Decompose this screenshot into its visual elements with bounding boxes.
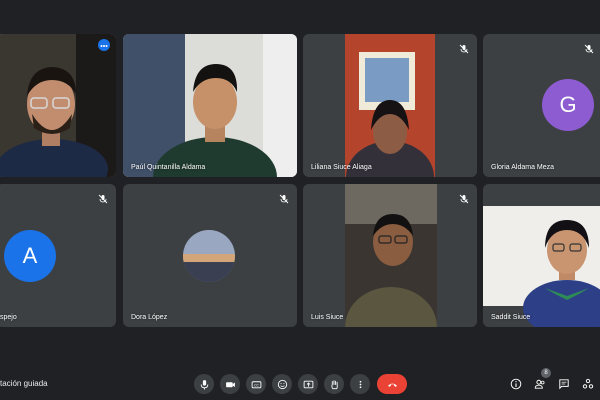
end-call-icon (387, 383, 397, 387)
participant-tile[interactable]: Luis Siuce (303, 184, 477, 327)
mic-off-icon (584, 41, 594, 54)
meeting-title: tación guiada (0, 379, 48, 388)
participant-tile-self[interactable] (0, 34, 116, 177)
avatar: G (542, 79, 594, 131)
camera-icon (225, 381, 235, 387)
participant-video (303, 34, 477, 177)
activities-button[interactable] (580, 376, 596, 392)
participant-tile[interactable]: G Gloria Aldama Meza (483, 34, 600, 177)
more-options-icon[interactable] (98, 39, 110, 51)
mic-off-icon (98, 191, 108, 204)
people-icon (534, 379, 545, 389)
mic-button[interactable] (194, 374, 214, 394)
participant-video (0, 34, 116, 177)
participant-name: Gloria Aldama Meza (491, 164, 555, 171)
more-options-button[interactable] (350, 374, 370, 394)
participant-tile[interactable]: Paúl Quintanilla Aldama (123, 34, 297, 177)
captions-icon: CC (251, 380, 261, 388)
participant-tile[interactable]: Dora López (123, 184, 297, 327)
participant-count-badge: 8 (541, 368, 551, 378)
raise-hand-icon (330, 379, 338, 389)
chat-button[interactable] (556, 376, 572, 392)
end-call-button[interactable] (377, 374, 407, 394)
mic-off-icon (279, 191, 289, 204)
mic-off-icon (459, 191, 469, 204)
chat-icon (559, 379, 569, 390)
present-button[interactable] (298, 374, 318, 394)
participant-tile[interactable]: Liliana Siuce Aliaga (303, 34, 477, 177)
participant-tile[interactable]: Saddit Siuce (483, 184, 600, 327)
present-icon (303, 380, 313, 388)
people-button[interactable] (532, 376, 548, 392)
participant-name: spejo (0, 314, 17, 321)
svg-text:CC: CC (254, 383, 259, 387)
captions-button[interactable]: CC (246, 374, 266, 394)
info-button[interactable] (508, 376, 524, 392)
participant-video (303, 184, 477, 327)
avatar (183, 230, 235, 282)
emoji-icon (277, 379, 287, 389)
participant-tile[interactable]: A spejo (0, 184, 116, 327)
mic-off-icon (459, 41, 469, 54)
emoji-button[interactable] (272, 374, 292, 394)
raise-hand-button[interactable] (324, 374, 344, 394)
avatar: A (4, 230, 56, 282)
participant-name: Liliana Siuce Aliaga (311, 164, 372, 171)
participant-name: Dora López (131, 314, 168, 321)
activities-icon (582, 378, 594, 389)
more-options-icon (359, 380, 361, 388)
participant-name: Saddit Siuce (491, 314, 531, 321)
participant-name: Paúl Quintanilla Aldama (131, 164, 206, 171)
camera-button[interactable] (220, 374, 240, 394)
mic-icon (200, 379, 208, 389)
info-icon (510, 378, 522, 390)
participant-name: Luis Siuce (311, 314, 344, 321)
participant-video (483, 184, 600, 327)
participant-video (123, 34, 297, 177)
